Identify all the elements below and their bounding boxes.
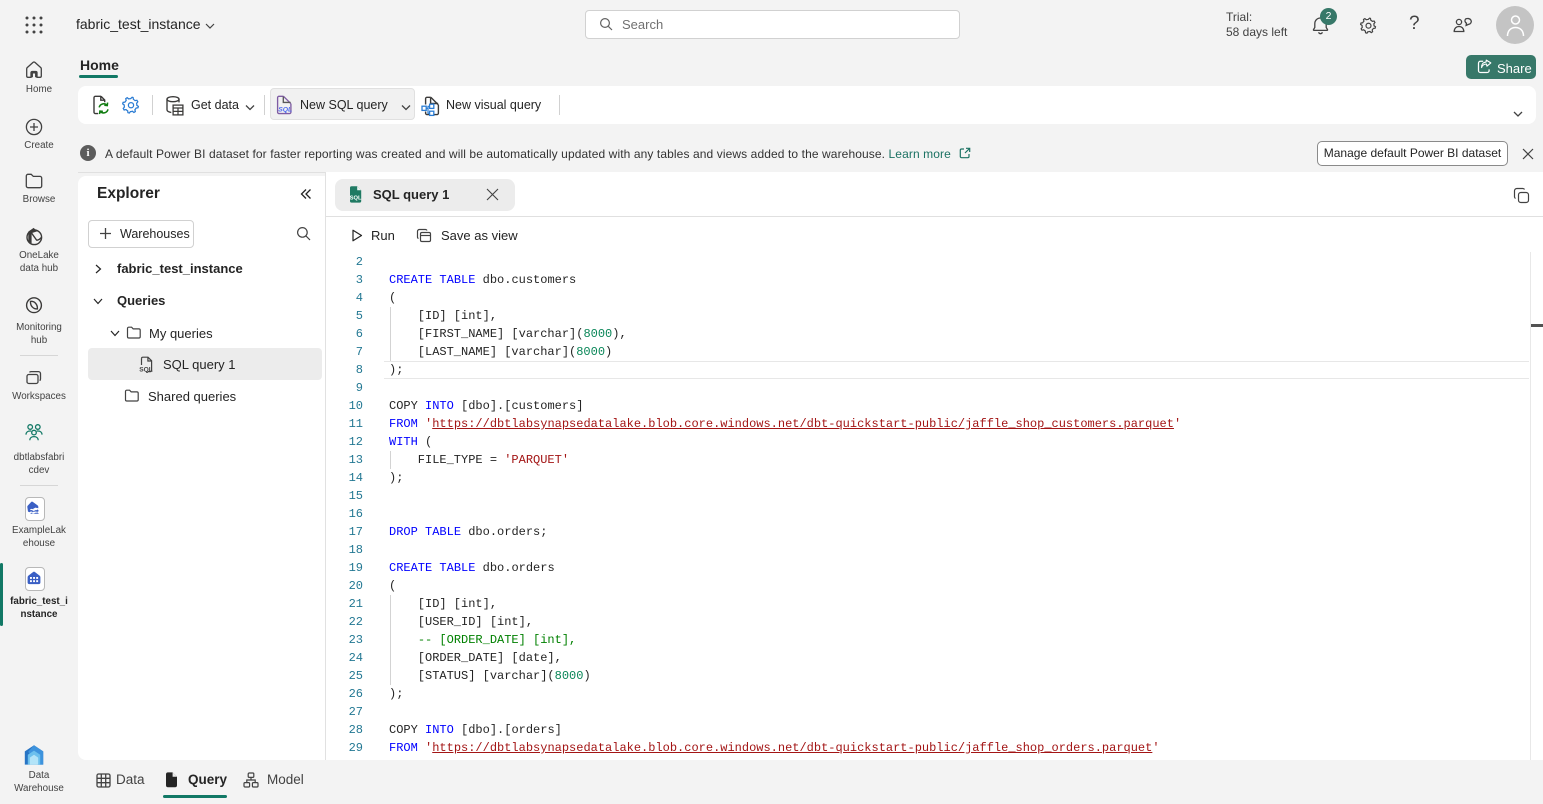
svg-text:SQL: SQL [278,106,292,113]
svg-text:SQL: SQL [139,367,153,374]
svg-text:SQL: SQL [350,196,362,202]
